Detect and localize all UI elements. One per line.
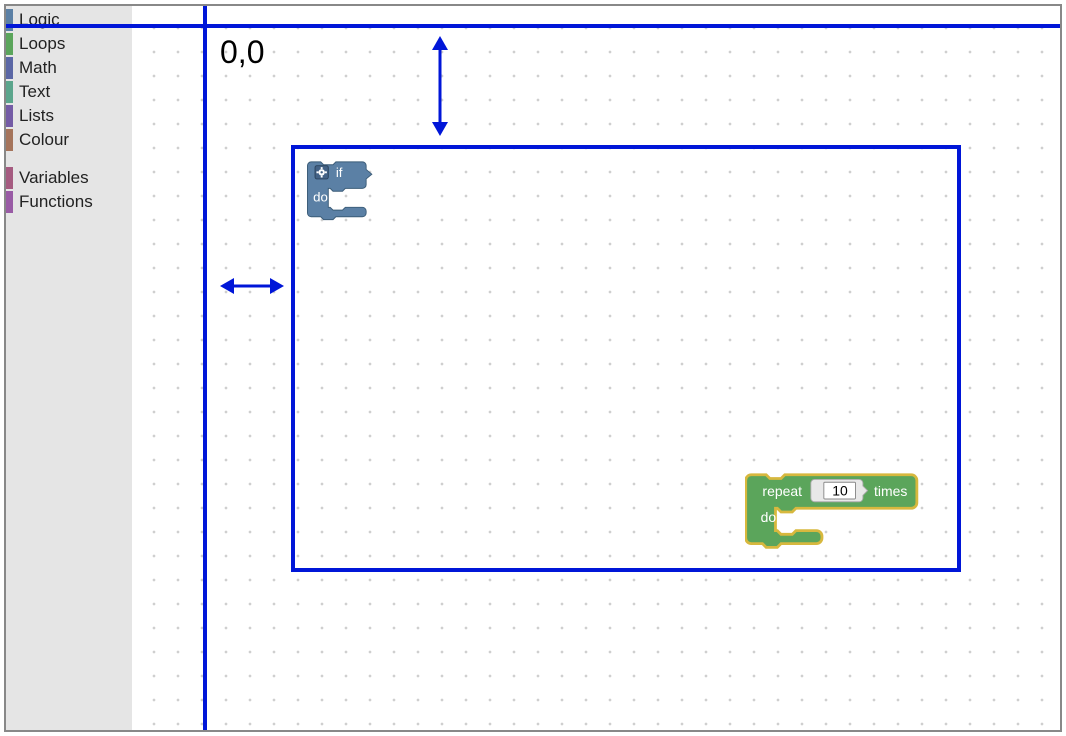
category-text[interactable]: Text [6, 80, 132, 104]
color-swatch [6, 57, 13, 79]
category-label: Loops [19, 34, 65, 54]
do-label: do [761, 509, 777, 525]
category-lists[interactable]: Lists [6, 104, 132, 128]
repeat-label: repeat [762, 483, 802, 499]
category-variables[interactable]: Variables [6, 166, 132, 190]
annotation-arrow-horizontal [220, 274, 284, 298]
if-label: if [336, 165, 343, 180]
times-label: times [874, 483, 907, 499]
category-label: Lists [19, 106, 54, 126]
origin-label: 0,0 [220, 34, 264, 71]
category-label: Variables [19, 168, 89, 188]
color-swatch [6, 191, 13, 213]
category-label: Colour [19, 130, 69, 150]
toolbox-sidebar: Logic Loops Math Text Lists Colour [6, 6, 132, 730]
annotation-arrow-vertical [428, 36, 452, 136]
block-if[interactable]: if do [306, 160, 396, 230]
workspace[interactable]: 0,0 if do [132, 6, 1060, 730]
color-swatch [6, 81, 13, 103]
category-functions[interactable]: Functions [6, 190, 132, 214]
category-math[interactable]: Math [6, 56, 132, 80]
category-label: Text [19, 82, 50, 102]
category-label: Functions [19, 192, 93, 212]
color-swatch [6, 105, 13, 127]
category-label: Math [19, 58, 57, 78]
annotation-axis-vertical [203, 6, 207, 730]
editor-frame: Logic Loops Math Text Lists Colour [4, 4, 1062, 732]
do-label: do [313, 190, 328, 205]
color-swatch [6, 129, 13, 151]
category-logic[interactable]: Logic [6, 8, 132, 32]
block-repeat[interactable]: repeat 10 times do [745, 472, 925, 552]
category-loops[interactable]: Loops [6, 32, 132, 56]
category-colour[interactable]: Colour [6, 128, 132, 152]
color-swatch [6, 33, 13, 55]
repeat-count-field[interactable]: 10 [811, 479, 868, 501]
annotation-axis-horizontal [6, 24, 1060, 28]
color-swatch [6, 167, 13, 189]
repeat-count-value: 10 [832, 482, 848, 498]
